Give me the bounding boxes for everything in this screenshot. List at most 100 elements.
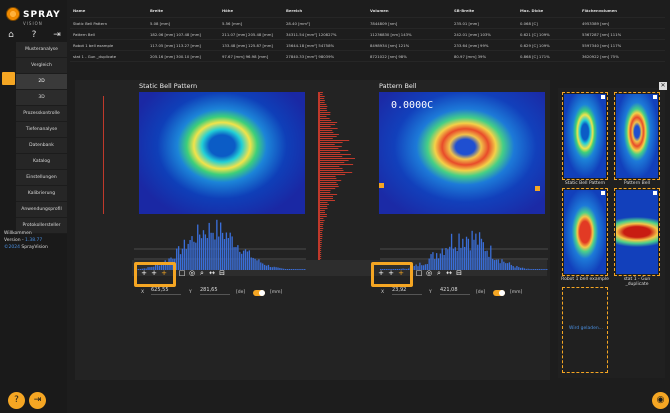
left-unit-toggle[interactable] bbox=[253, 290, 265, 296]
target-icon[interactable]: ◎ bbox=[424, 268, 434, 278]
sidebar-item-einstellungen[interactable]: Einstellungen bbox=[16, 170, 67, 186]
thumbnail-pattern-bell[interactable] bbox=[614, 92, 660, 180]
thumbnail-badge-icon bbox=[653, 95, 657, 99]
logo-mark-icon bbox=[6, 7, 20, 21]
corner-marker-icon[interactable] bbox=[535, 186, 540, 191]
left-heatmap[interactable] bbox=[139, 92, 305, 214]
reset-icon[interactable]: ⊟ bbox=[454, 268, 464, 278]
histogram-bar bbox=[320, 244, 322, 245]
histogram-bar bbox=[320, 116, 327, 117]
search-icon[interactable]: ⌕ bbox=[197, 268, 207, 278]
histogram-bar bbox=[320, 142, 343, 143]
histogram-bar bbox=[320, 256, 322, 257]
zoom-in-x-icon[interactable]: + bbox=[139, 268, 149, 278]
welcome-block: Willkommen Version - 1.38.77 ©2024 Spray… bbox=[4, 230, 48, 251]
version-value: 1.38.77 bbox=[25, 238, 43, 243]
zoom-in-y-icon[interactable]: + bbox=[386, 268, 396, 278]
sidebar-item-kalibrierung[interactable]: Kalibrierung bbox=[16, 186, 67, 202]
thumbnail-static-bell[interactable] bbox=[562, 92, 608, 180]
thumbnail-label: Static Bell Pattern bbox=[564, 181, 606, 186]
histogram-bar bbox=[252, 257, 254, 270]
copyright-label: ©2024 bbox=[4, 245, 22, 250]
histogram-bar bbox=[237, 245, 239, 270]
histogram-bar bbox=[320, 144, 335, 145]
sidebar-item-katalog[interactable]: Katalog bbox=[16, 154, 67, 170]
histogram-bar bbox=[250, 257, 252, 270]
thumbnail-stat-gun[interactable] bbox=[614, 188, 660, 276]
help-icon[interactable]: ? bbox=[29, 30, 39, 40]
table-row[interactable]: Static Bell Pattern 5.08 [mm] 5.56 [mm] 28.… bbox=[70, 18, 665, 29]
thumbnail-robot-bell[interactable] bbox=[562, 188, 608, 276]
close-icon[interactable]: ✕ bbox=[659, 82, 667, 90]
sidebar-item-3d[interactable]: 3D bbox=[16, 90, 67, 106]
histogram-bar bbox=[320, 124, 336, 125]
histogram-bar bbox=[512, 266, 514, 270]
histogram-bar bbox=[454, 247, 456, 270]
histogram-bar bbox=[320, 178, 337, 179]
histogram-bar bbox=[320, 94, 323, 95]
histogram-bar bbox=[320, 188, 336, 189]
histogram-bar bbox=[534, 269, 537, 270]
right-x-value[interactable]: 23,92 bbox=[392, 287, 422, 295]
zoom-in-x-icon[interactable]: + bbox=[376, 268, 386, 278]
right-y-value[interactable]: 421,08 bbox=[440, 287, 470, 295]
histogram-bar bbox=[320, 238, 323, 239]
histogram-bar bbox=[320, 180, 342, 181]
histogram-bar bbox=[320, 192, 331, 193]
zoom-in-y-icon[interactable]: + bbox=[149, 268, 159, 278]
table-row[interactable]: stat 1 - Gun _duplicate 205.16 [mm] 300.1… bbox=[70, 51, 665, 62]
sidebar-item-2d[interactable]: 2D bbox=[16, 74, 67, 90]
target-icon[interactable]: ◎ bbox=[187, 268, 197, 278]
table-row[interactable]: Pattern Bell 182.06 [mm] 107.48 [mm] 211.0… bbox=[70, 29, 665, 40]
histogram-bar bbox=[320, 150, 349, 151]
exit-button[interactable]: ⇥ bbox=[29, 392, 46, 409]
table-row[interactable]: Robot 1 bell example 117.05 [mm] 113.27 [… bbox=[70, 40, 665, 51]
sidebar-item-tiefenanalyse[interactable]: Tiefenanalyse bbox=[16, 122, 67, 138]
histogram-bar bbox=[520, 267, 522, 270]
histogram-bar bbox=[320, 154, 351, 155]
histogram-bar bbox=[320, 194, 338, 195]
histogram-bar bbox=[193, 241, 195, 270]
marker-icon[interactable] bbox=[379, 183, 384, 188]
histogram-bar bbox=[320, 248, 322, 249]
search-icon[interactable]: ⌕ bbox=[434, 268, 444, 278]
histogram-bar bbox=[544, 269, 546, 270]
histogram-bar bbox=[239, 251, 241, 270]
sidebar-item-datenbank[interactable]: Datenbank bbox=[16, 138, 67, 154]
histogram-bar bbox=[258, 259, 260, 270]
sidebar-item-musteranalyse[interactable]: Musteranalyse bbox=[16, 42, 67, 58]
histogram-bar bbox=[320, 210, 325, 211]
sidebar-item-anwendungsprofil[interactable]: Anwendungsprofil bbox=[16, 202, 67, 218]
sidebar-item-vergleich[interactable]: Vergleich bbox=[16, 58, 67, 74]
histogram-bar bbox=[460, 247, 462, 270]
histogram-bar bbox=[189, 240, 191, 270]
sidebar-nav: Musteranalyse Vergleich 2D 3D Prozesskon… bbox=[16, 42, 67, 234]
histogram-bar bbox=[540, 269, 542, 270]
zoom-in-icon[interactable]: + bbox=[396, 268, 406, 278]
left-x-value[interactable]: 625,55 bbox=[151, 287, 181, 295]
reset-icon[interactable]: ⊟ bbox=[217, 268, 227, 278]
zoom-in-icon[interactable]: + bbox=[159, 268, 169, 278]
left-x-label: X bbox=[141, 290, 145, 295]
camera-button[interactable]: ◉ bbox=[652, 392, 669, 409]
select-box-icon[interactable]: □ bbox=[414, 268, 424, 278]
histogram-bar bbox=[320, 242, 322, 243]
sidebar: SPRAY VISION ⌂ ? ⇥ Musteranalyse Verglei… bbox=[0, 0, 67, 413]
histogram-bar bbox=[320, 128, 338, 129]
histogram-bar bbox=[320, 216, 327, 217]
histogram-bar bbox=[210, 232, 212, 270]
histogram-bar bbox=[320, 120, 332, 121]
select-box-icon[interactable]: □ bbox=[177, 268, 187, 278]
left-y-value[interactable]: 281,65 bbox=[200, 287, 230, 295]
right-unit-toggle[interactable] bbox=[493, 290, 505, 296]
histogram-bar bbox=[320, 170, 344, 171]
histogram-bar bbox=[263, 264, 266, 270]
logout-icon[interactable]: ⇥ bbox=[52, 30, 62, 40]
info-button[interactable]: ? bbox=[8, 392, 25, 409]
histogram-bar bbox=[176, 248, 178, 270]
pan-icon[interactable]: ↔ bbox=[444, 268, 454, 278]
home-icon[interactable]: ⌂ bbox=[6, 30, 16, 40]
histogram-bar bbox=[320, 102, 325, 103]
pan-icon[interactable]: ↔ bbox=[207, 268, 217, 278]
sidebar-item-prozesskontrolle[interactable]: Prozesskontrolle bbox=[16, 106, 67, 122]
